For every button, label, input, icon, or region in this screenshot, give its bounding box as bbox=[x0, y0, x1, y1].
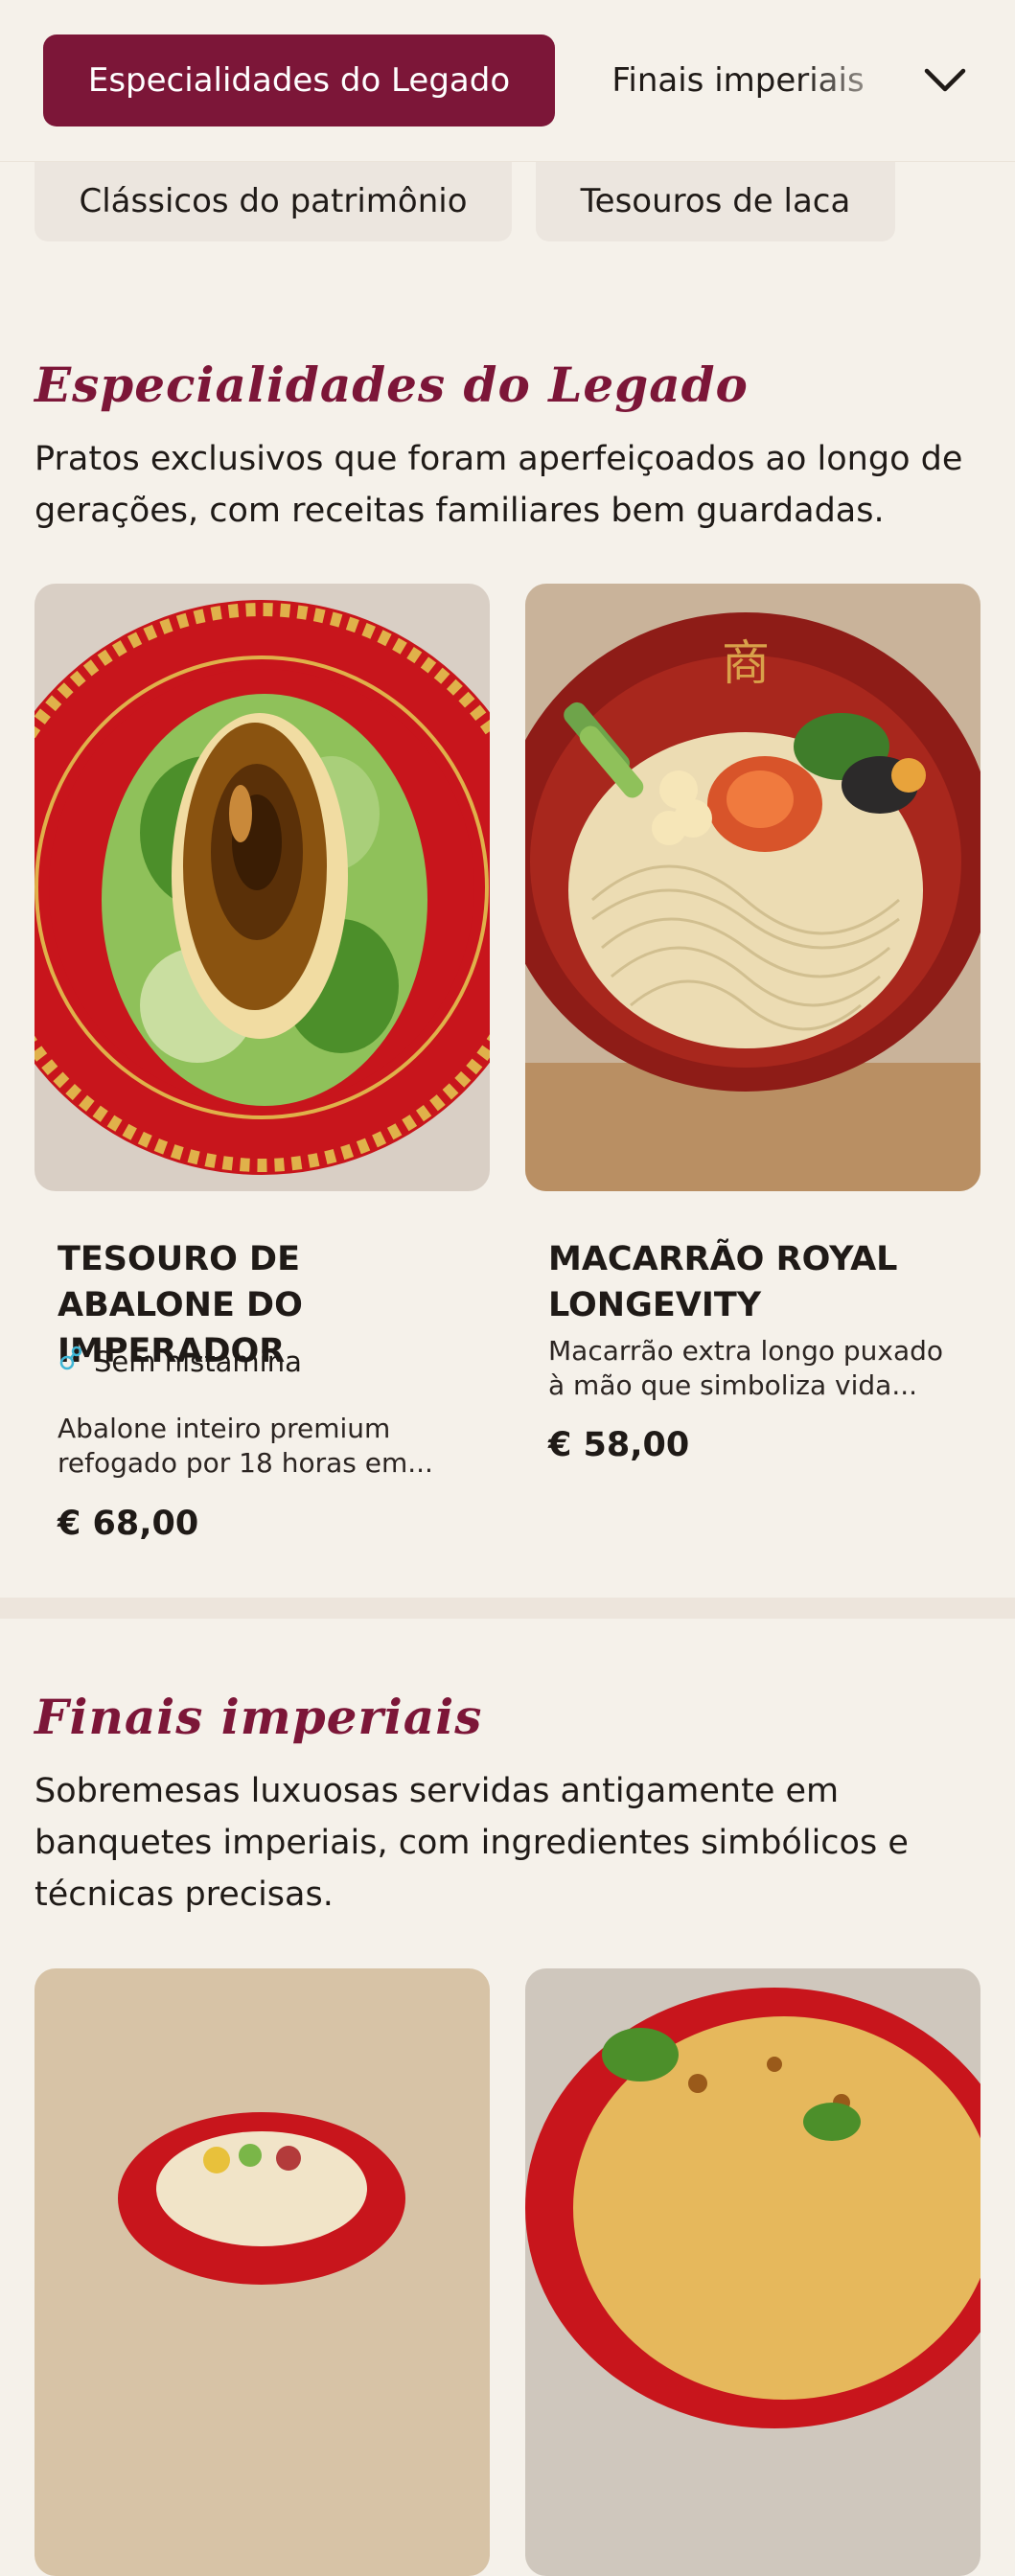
section-description: Sobremesas luxuosas servidas antigamente… bbox=[35, 1772, 909, 1914]
section-title: Especialidades do Legado bbox=[35, 356, 749, 413]
dish-description: Abalone inteiro premium refogado por 18 … bbox=[58, 1413, 433, 1479]
tab-especialidades-do-legado[interactable]: Especialidades do Legado bbox=[43, 34, 555, 126]
dish-price: € 58,00 bbox=[548, 1426, 690, 1464]
histamine-free-icon bbox=[58, 1344, 82, 1379]
dish-image-macarrao[interactable]: 商 bbox=[525, 584, 980, 1191]
category-nav: Especialidades do Legado Finais imperiai… bbox=[0, 0, 1015, 162]
tab-label: Tesouros de laca bbox=[580, 182, 851, 220]
diet-label: Sem histamina bbox=[94, 1345, 302, 1378]
tab-tesouros-de-laca[interactable]: Tesouros de laca bbox=[536, 161, 895, 242]
dish-name[interactable]: MACARRÃO ROYAL LONGEVITY bbox=[548, 1236, 970, 1328]
tab-label: Especialidades do Legado bbox=[87, 61, 511, 100]
diet-badge: Sem histamina bbox=[58, 1344, 302, 1379]
dish-price: € 68,00 bbox=[58, 1505, 199, 1543]
tab-label: Finais imperiais bbox=[611, 61, 865, 100]
dish-description: Macarrão extra longo puxado à mão que si… bbox=[548, 1335, 944, 1401]
section-description: Pratos exclusivos que foram aperfeiçoado… bbox=[35, 440, 963, 530]
section-title: Finais imperiais bbox=[35, 1689, 483, 1745]
dish-image[interactable] bbox=[525, 1968, 980, 2576]
tab-label: Clássicos do patrimônio bbox=[79, 182, 468, 220]
tab-finais-imperiais[interactable]: Finais imperiais bbox=[585, 34, 891, 126]
svg-text:商: 商 bbox=[722, 635, 770, 691]
chevron-down-icon[interactable] bbox=[918, 54, 972, 107]
dish-image-abalone[interactable] bbox=[35, 584, 490, 1191]
tab-classicos-do-patrimonio[interactable]: Clássicos do patrimônio bbox=[35, 161, 512, 242]
dish-image[interactable] bbox=[35, 1968, 490, 2576]
section-divider bbox=[0, 1598, 1015, 1619]
